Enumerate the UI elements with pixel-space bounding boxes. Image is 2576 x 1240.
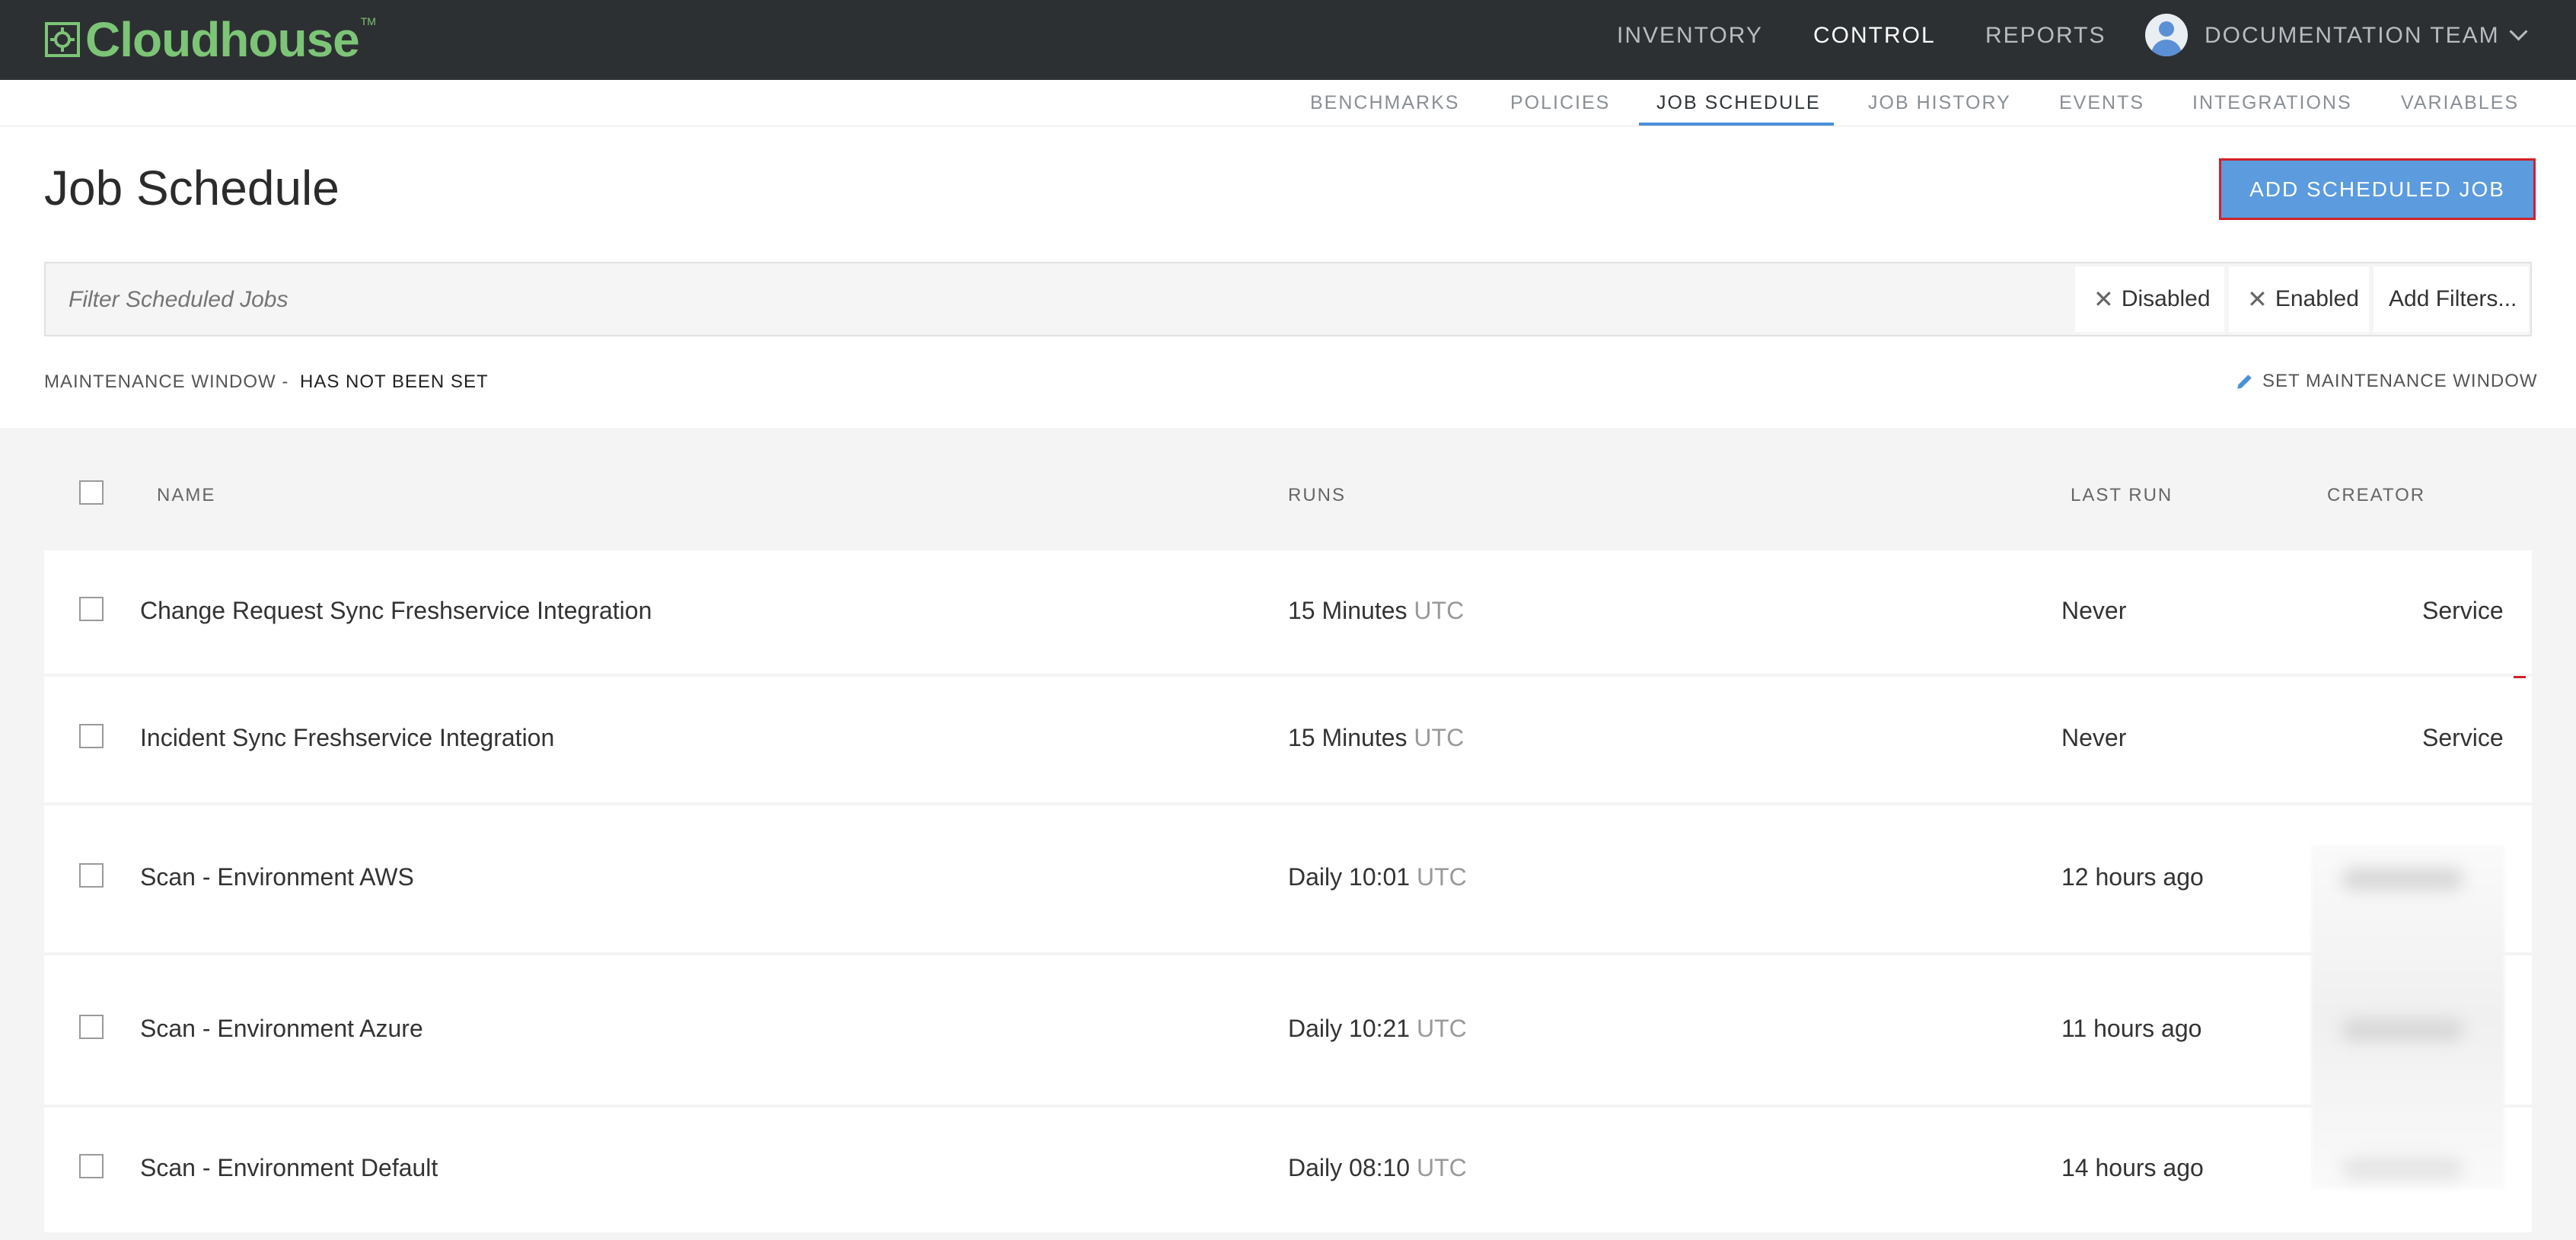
- runs-timezone: UTC: [1416, 863, 1467, 891]
- filter-chip-disabled[interactable]: ✕ Disabled: [2075, 266, 2224, 332]
- redacted-creator-area: [2311, 845, 2504, 1189]
- user-avatar-icon[interactable]: [2145, 14, 2188, 56]
- add-scheduled-job-button[interactable]: ADD SCHEDULED JOB: [2219, 158, 2536, 220]
- pencil-icon: [2237, 375, 2252, 389]
- tab-policies[interactable]: POLICIES: [1510, 92, 1610, 114]
- job-last-run: 12 hours ago: [2061, 863, 2204, 891]
- job-runs: 15 Minutes UTC: [1288, 597, 1464, 625]
- job-last-run: 14 hours ago: [2061, 1154, 2204, 1181]
- close-icon[interactable]: ✕: [2247, 285, 2268, 314]
- row-checkbox[interactable]: [79, 724, 104, 748]
- column-header-name[interactable]: NAME: [157, 485, 215, 506]
- redacted-creator: [2342, 1157, 2463, 1180]
- tab-job-history[interactable]: JOB HISTORY: [1868, 92, 2011, 114]
- redacted-creator: [2342, 868, 2463, 891]
- column-header-runs[interactable]: RUNS: [1288, 485, 1346, 506]
- job-name[interactable]: Scan - Environment Default: [140, 1154, 438, 1182]
- row-checkbox[interactable]: [79, 1154, 104, 1178]
- set-maintenance-window-label: SET MAINTENANCE WINDOW: [2262, 371, 2538, 391]
- page-title: Job Schedule: [44, 161, 340, 215]
- redacted-creator: [2342, 1018, 2463, 1041]
- nav-inventory[interactable]: INVENTORY: [1617, 23, 1763, 49]
- filter-chip-enabled[interactable]: ✕ Enabled: [2229, 266, 2369, 332]
- job-creator: Service: [2422, 597, 2504, 624]
- chip-label: Disabled: [2121, 286, 2211, 311]
- runs-timezone: UTC: [1414, 724, 1465, 751]
- maintenance-window-label: MAINTENANCE WINDOW -: [44, 371, 289, 392]
- nav-reports[interactable]: REPORTS: [1985, 23, 2106, 49]
- select-all-checkbox[interactable]: [79, 480, 104, 505]
- gear-logo-icon: [45, 22, 80, 57]
- job-runs: Daily 08:10 UTC: [1288, 1154, 1467, 1182]
- job-name[interactable]: Incident Sync Freshservice Integration: [140, 724, 554, 752]
- tab-benchmarks[interactable]: BENCHMARKS: [1310, 92, 1459, 114]
- job-runs: 15 Minutes UTC: [1288, 724, 1464, 752]
- job-name[interactable]: Scan - Environment Azure: [140, 1015, 423, 1043]
- runs-value: Daily 10:21: [1288, 1015, 1411, 1042]
- column-header-creator[interactable]: CREATOR: [2327, 485, 2425, 506]
- job-last-run: 11 hours ago: [2061, 1015, 2202, 1042]
- runs-timezone: UTC: [1414, 597, 1465, 624]
- job-name[interactable]: Scan - Environment AWS: [140, 863, 414, 891]
- runs-value: Daily 08:10: [1288, 1154, 1411, 1181]
- tab-variables[interactable]: VARIABLES: [2401, 92, 2519, 114]
- runs-value: Daily 10:01: [1288, 863, 1411, 891]
- job-last-run: Never: [2061, 724, 2127, 751]
- job-runs: Daily 10:21 UTC: [1288, 1015, 1467, 1043]
- active-tab-indicator: [1639, 123, 1834, 126]
- brand-name: Cloudhouse: [85, 12, 360, 67]
- runs-value: 15 Minutes: [1288, 724, 1408, 751]
- red-marker: [2514, 676, 2526, 678]
- team-selector[interactable]: DOCUMENTATION TEAM: [2205, 23, 2500, 49]
- job-runs: Daily 10:01 UTC: [1288, 863, 1467, 891]
- job-creator: Service: [2422, 724, 2504, 751]
- row-checkbox[interactable]: [79, 597, 104, 621]
- tab-integrations[interactable]: INTEGRATIONS: [2192, 92, 2352, 114]
- runs-value: 15 Minutes: [1288, 597, 1408, 624]
- add-filters-button[interactable]: Add Filters...: [2374, 266, 2529, 332]
- chevron-down-icon[interactable]: [2509, 22, 2528, 41]
- job-last-run: Never: [2061, 597, 2127, 624]
- maintenance-window-value: HAS NOT BEEN SET: [300, 371, 489, 392]
- filter-bar: ✕ Disabled ✕ Enabled Add Filters...: [44, 262, 2532, 336]
- tab-events[interactable]: EVENTS: [2059, 92, 2144, 114]
- set-maintenance-window-link[interactable]: SET MAINTENANCE WINDOW: [2235, 371, 2538, 392]
- job-name[interactable]: Change Request Sync Freshservice Integra…: [140, 597, 652, 625]
- brand-logo[interactable]: Cloudhouse TM: [44, 9, 376, 70]
- trademark: TM: [360, 15, 376, 27]
- tab-job-schedule[interactable]: JOB SCHEDULE: [1656, 92, 1821, 114]
- close-icon[interactable]: ✕: [2093, 285, 2114, 314]
- runs-timezone: UTC: [1416, 1154, 1467, 1181]
- column-header-last-run[interactable]: LAST RUN: [2071, 485, 2173, 506]
- nav-control[interactable]: CONTROL: [1813, 23, 1936, 49]
- top-navigation-bar: Cloudhouse TM INVENTORY CONTROL REPORTS …: [0, 0, 2576, 80]
- sub-navigation: BENCHMARKS POLICIES JOB SCHEDULE JOB HIS…: [0, 80, 2576, 126]
- chip-label: Enabled: [2275, 286, 2359, 311]
- row-checkbox[interactable]: [79, 863, 104, 888]
- row-checkbox[interactable]: [79, 1015, 104, 1039]
- runs-timezone: UTC: [1416, 1015, 1467, 1042]
- filter-input[interactable]: [67, 286, 2049, 314]
